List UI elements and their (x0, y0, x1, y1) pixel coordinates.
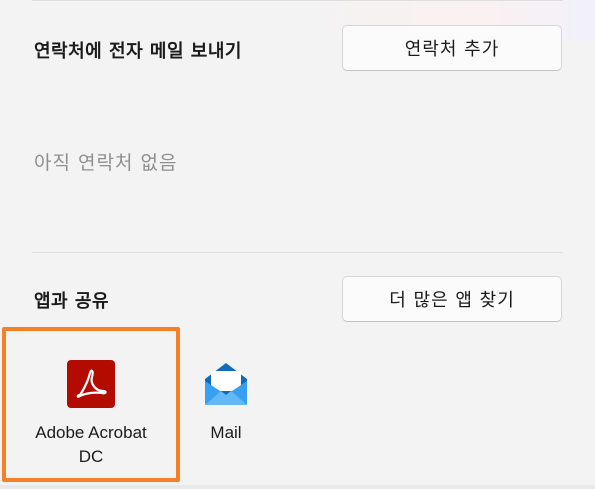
bottom-edge (0, 485, 595, 489)
app-tile-mail[interactable]: Mail (140, 329, 312, 481)
app-label-mail: Mail (210, 423, 242, 442)
section-divider (32, 252, 563, 253)
add-contact-button[interactable]: 연락처 추가 (342, 25, 562, 71)
share-with-apps-title: 앱과 공유 (34, 291, 110, 312)
no-contacts-text: 아직 연락처 없음 (34, 152, 178, 174)
find-more-apps-button[interactable]: 더 많은 앱 찾기 (342, 276, 562, 322)
top-divider (32, 0, 563, 1)
mail-icon (201, 359, 251, 409)
email-contacts-title: 연락처에 전자 메일 보내기 (34, 41, 242, 62)
adobe-acrobat-icon (66, 359, 116, 409)
